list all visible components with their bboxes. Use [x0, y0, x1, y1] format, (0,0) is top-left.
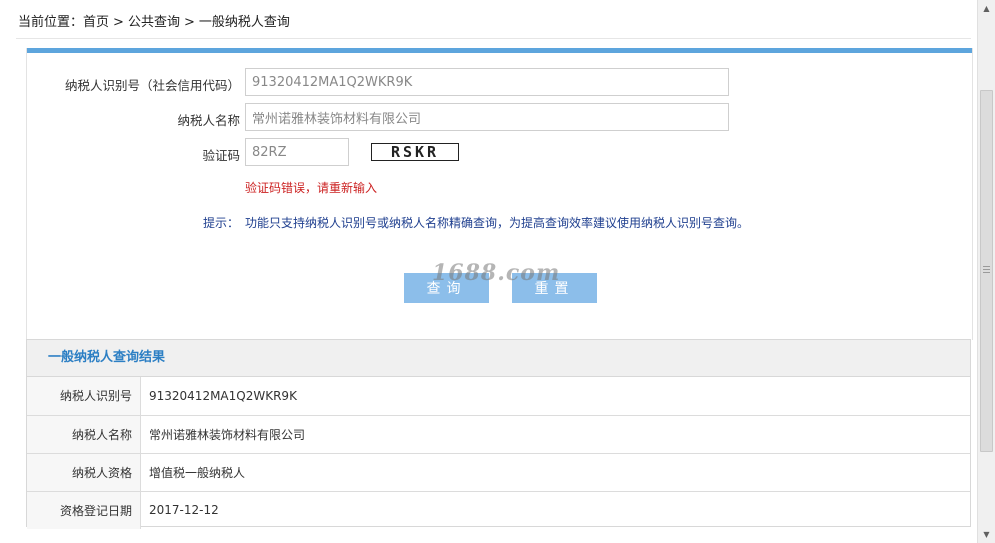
- scrollbar-grip-icon: [983, 266, 990, 267]
- table-row: 纳税人名称 常州诺雅林装饰材料有限公司: [27, 415, 970, 454]
- breadcrumb-separator: >: [183, 15, 195, 30]
- scrollbar-grip-icon: [983, 269, 990, 270]
- scroll-up-arrow-icon[interactable]: ▲: [978, 0, 995, 17]
- scroll-down-arrow-icon[interactable]: ▼: [978, 526, 995, 543]
- captcha-input[interactable]: [245, 138, 349, 166]
- breadcrumb: 当前位置：首页 > 公共查询 > 一般纳税人查询: [18, 14, 290, 32]
- hint-text: 功能只支持纳税人识别号或纳税人名称精确查询，为提高查询效率建议使用纳税人识别号查…: [245, 216, 750, 230]
- results-table: 纳税人识别号 91320412MA1Q2WKR9K 纳税人名称 常州诺雅林装饰材…: [27, 377, 970, 529]
- taxpayer-name-label: 纳税人名称: [177, 113, 240, 128]
- taxpayer-id-label: 纳税人识别号（社会信用代码）: [64, 78, 240, 93]
- result-value-taxpayer-id: 91320412MA1Q2WKR9K: [140, 377, 970, 416]
- table-row: 纳税人识别号 91320412MA1Q2WKR9K: [27, 377, 970, 416]
- result-key-qualification: 纳税人资格: [27, 453, 141, 492]
- panel-accent-bar: [27, 48, 972, 53]
- result-key-taxpayer-id: 纳税人识别号: [27, 377, 141, 416]
- taxpayer-id-input[interactable]: [245, 68, 729, 96]
- hint-label: 提示：: [203, 216, 240, 230]
- watermark: 1688.com: [432, 260, 561, 286]
- table-row: 资格登记日期 2017-12-12: [27, 491, 970, 529]
- result-key-registration-date: 资格登记日期: [27, 491, 141, 529]
- result-value-registration-date: 2017-12-12: [149, 503, 219, 518]
- scrollbar-thumb[interactable]: [980, 90, 993, 452]
- result-value-taxpayer-name: 常州诺雅林装饰材料有限公司: [140, 415, 970, 454]
- result-key-taxpayer-name: 纳税人名称: [27, 415, 141, 454]
- captcha-image[interactable]: RSKR: [371, 143, 459, 161]
- captcha-label: 验证码: [202, 148, 240, 163]
- breadcrumb-public-query-link[interactable]: 公共查询: [128, 15, 180, 30]
- captcha-error-message: 验证码错误，请重新输入: [245, 181, 378, 195]
- result-value-qualification: 增值税一般纳税人: [140, 453, 970, 492]
- breadcrumb-divider: [16, 38, 971, 39]
- query-panel: 纳税人识别号（社会信用代码） 纳税人名称 验证码 RSKR 验证码错误，请重新输…: [26, 48, 973, 340]
- breadcrumb-current-page: 一般纳税人查询: [198, 15, 290, 30]
- vertical-scrollbar[interactable]: ▲ ▼: [977, 0, 995, 543]
- breadcrumb-home-link[interactable]: 首页: [83, 15, 109, 30]
- breadcrumb-separator: >: [113, 15, 124, 30]
- scrollbar-grip-icon: [983, 272, 990, 273]
- table-row: 纳税人资格 增值税一般纳税人: [27, 453, 970, 492]
- taxpayer-name-input[interactable]: [245, 103, 729, 131]
- results-section: 一般纳税人查询结果 纳税人识别号 91320412MA1Q2WKR9K 纳税人名…: [26, 339, 971, 529]
- breadcrumb-prefix: 当前位置：: [18, 15, 84, 30]
- results-title: 一般纳税人查询结果: [27, 340, 970, 377]
